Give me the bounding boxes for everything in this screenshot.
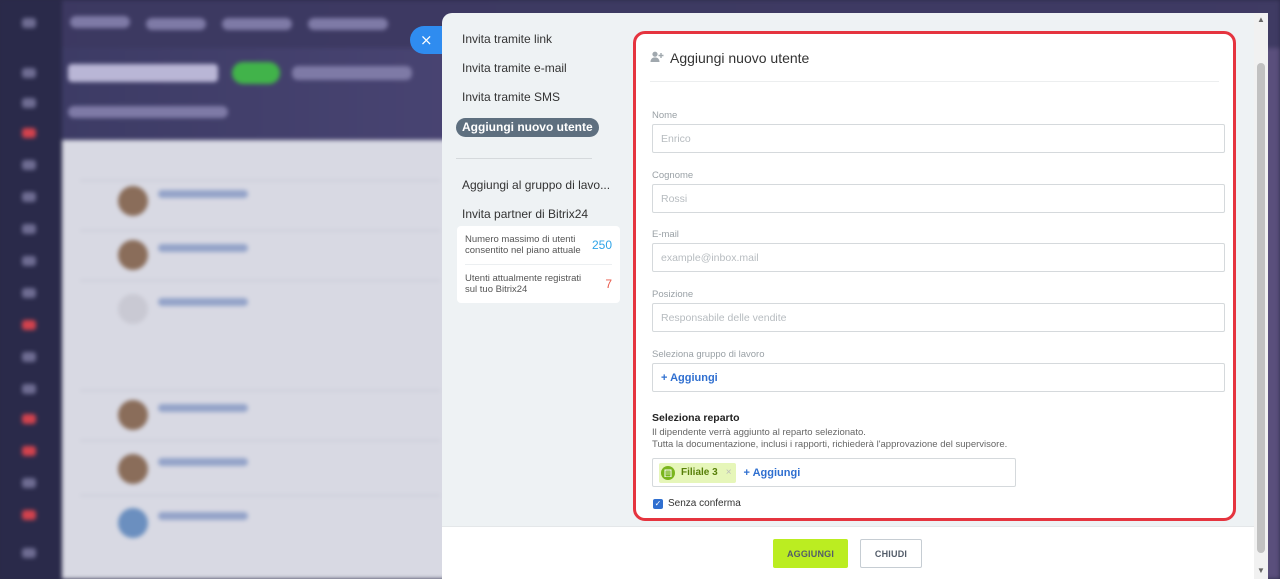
add-user-icon [650,51,664,66]
add-department-link[interactable]: + Aggiungi [744,467,801,479]
posizione-label: Posizione [652,289,694,300]
scroll-up-arrow-icon[interactable]: ▲ [1257,15,1265,24]
nav-add-to-workgroup[interactable]: Aggiungi al gruppo di lavo... [456,177,610,206]
nav-invite-sms[interactable]: Invita tramite SMS [456,89,606,118]
close-slider-button[interactable]: × [410,26,444,54]
workgroup-label: Seleziona gruppo di lavoro [652,349,765,360]
cognome-input[interactable]: Rossi [652,184,1225,213]
slider-footer: AGGIUNGI CHIUDI [442,526,1254,579]
form-header: Aggiungi nuovo utente [650,50,1219,82]
nav-invite-link[interactable]: Invita tramite link [456,31,606,60]
nav-invite-email[interactable]: Invita tramite e-mail [456,60,606,89]
posizione-placeholder: Responsabile delle vendite [661,311,787,324]
scroll-down-arrow-icon[interactable]: ▼ [1257,566,1265,575]
nav-add-new-user[interactable]: Aggiungi nuovo utente [456,118,599,137]
user-limits-box: Numero massimo di utenti consentito nel … [457,226,620,303]
department-tag: Filiale 3 × [659,462,736,483]
email-input[interactable]: example@inbox.mail [652,243,1225,272]
close-button[interactable]: CHIUDI [860,539,922,568]
workgroup-selector: + Aggiungi [652,363,1225,392]
nome-placeholder: Enrico [661,132,691,145]
department-desc-line2: Tutta la documentazione, inclusi i rappo… [652,439,1008,450]
stat-max-users: Numero massimo di utenti consentito nel … [465,226,612,264]
add-workgroup-link[interactable]: + Aggiungi [661,372,718,384]
nav-divider [456,158,592,159]
email-label: E-mail [652,229,679,240]
remove-tag-icon[interactable]: × [726,467,732,478]
background-add-button [232,62,280,84]
email-placeholder: example@inbox.mail [661,251,759,264]
invite-slider-panel: Invita tramite link Invita tramite e-mai… [442,13,1254,579]
stat-value: 7 [605,277,612,291]
scrollbar[interactable]: ▲ ▼ [1254,13,1268,579]
department-selector: Filiale 3 × + Aggiungi [652,458,1016,487]
invite-nav: Invita tramite link Invita tramite e-mai… [456,31,610,235]
building-icon [661,465,675,480]
department-tag-label: Filiale 3 [681,467,718,478]
no-confirmation-option: ✓ Senza conferma [653,498,741,509]
cognome-placeholder: Rossi [661,192,688,205]
no-confirmation-checkbox[interactable]: ✓ [653,498,663,509]
stat-current-users: Utenti attualmente registrati sul tuo Bi… [465,264,612,303]
posizione-input[interactable]: Responsabile delle vendite [652,303,1225,332]
nome-label: Nome [652,110,678,121]
department-description: Il dipendente verrà aggiunto al reparto … [652,427,1007,451]
background-left-menu [0,0,62,579]
cognome-label: Cognome [652,170,694,181]
background-page-title [68,64,218,82]
add-button[interactable]: AGGIUNGI [773,539,848,568]
stat-value: 250 [591,238,612,252]
department-title: Seleziona reparto [652,412,740,424]
scrollbar-thumb[interactable] [1257,63,1265,553]
nome-input[interactable]: Enrico [652,124,1225,153]
form-title: Aggiungi nuovo utente [670,50,810,66]
stat-label: Utenti attualmente registrati sul tuo Bi… [465,273,582,295]
department-desc-line1: Il dipendente verrà aggiunto al reparto … [652,427,866,438]
stat-label: Numero massimo di utenti consentito nel … [465,234,581,256]
close-icon: × [420,31,433,49]
no-confirmation-label: Senza conferma [668,498,741,509]
add-user-form: Aggiungi nuovo utente Nome Enrico Cognom… [633,31,1236,521]
